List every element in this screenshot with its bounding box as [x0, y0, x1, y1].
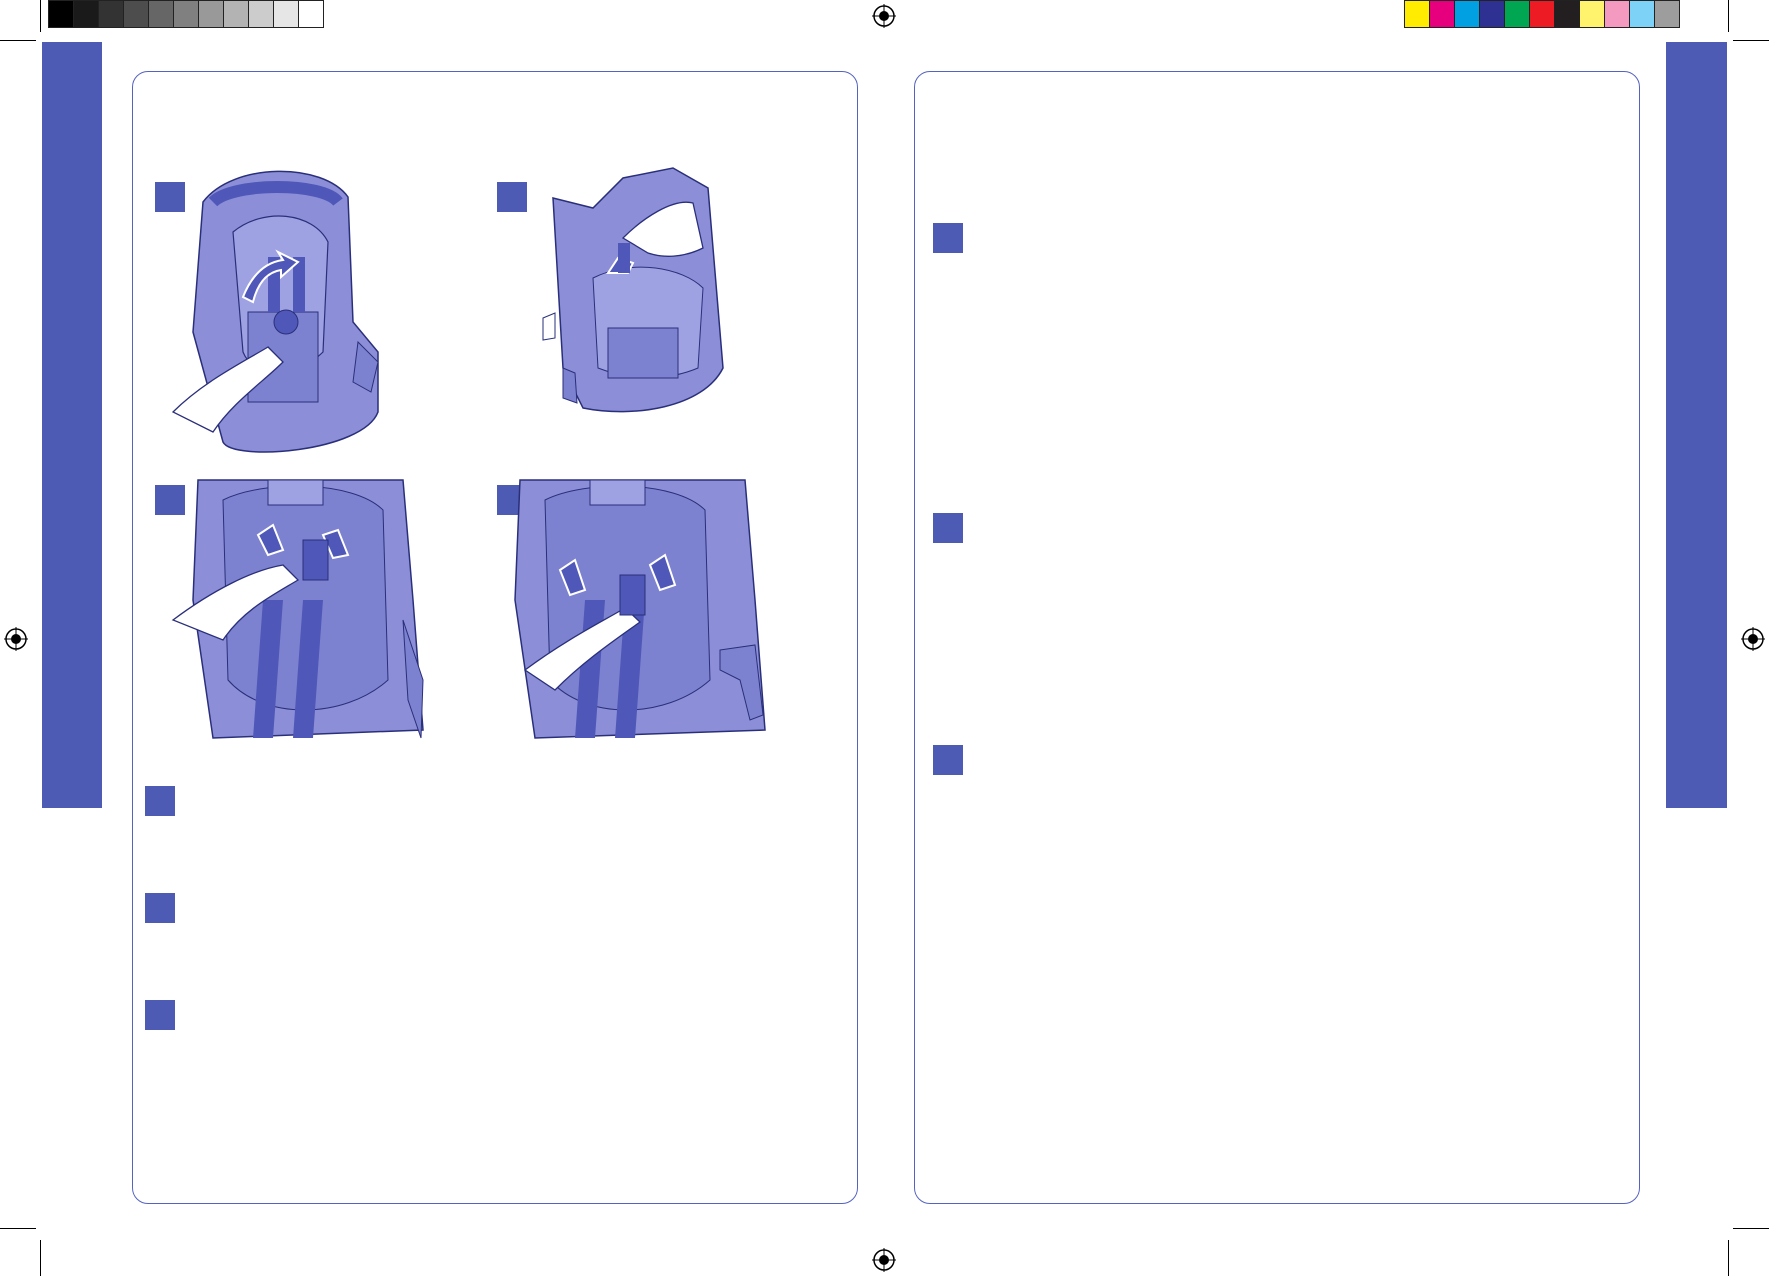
swatch [223, 0, 249, 28]
crop-mark [0, 1228, 36, 1229]
swatch [298, 0, 324, 28]
figure-2-carrier-side-illustration [542, 167, 724, 413]
swatch [73, 0, 99, 28]
right-page-panel [914, 71, 1640, 1204]
figure-2-number-marker [497, 182, 527, 212]
crop-mark [40, 0, 41, 32]
crop-mark [1733, 1228, 1769, 1229]
registration-mark-icon [872, 4, 896, 28]
swatch [48, 0, 74, 28]
swatch [248, 0, 274, 28]
swatch [1604, 0, 1630, 28]
registration-mark-icon [1741, 627, 1765, 651]
step-marker [145, 1000, 175, 1030]
swatch [1554, 0, 1580, 28]
color-bar-right [1404, 0, 1680, 28]
registration-mark-icon [4, 627, 28, 651]
swatch [1454, 0, 1480, 28]
crop-mark [0, 40, 36, 41]
swatch [1529, 0, 1555, 28]
right-side-tab [1666, 42, 1727, 808]
figure-1-carrier-front-illustration [171, 170, 379, 453]
swatch [123, 0, 149, 28]
registration-mark-icon [872, 1248, 896, 1272]
swatch [198, 0, 224, 28]
swatch [1654, 0, 1680, 28]
swatch [273, 0, 299, 28]
step-marker [145, 786, 175, 816]
crop-mark [1728, 0, 1729, 32]
swatch [148, 0, 174, 28]
figure-4-harness-fasten-illustration [514, 479, 766, 739]
left-side-tab [42, 42, 102, 808]
crop-mark [1733, 40, 1769, 41]
step-marker [933, 513, 963, 543]
swatch [1429, 0, 1455, 28]
crop-mark [40, 1240, 41, 1276]
swatch [173, 0, 199, 28]
swatch [1404, 0, 1430, 28]
color-bar-left [48, 0, 324, 28]
swatch [1579, 0, 1605, 28]
step-marker [145, 893, 175, 923]
swatch [1479, 0, 1505, 28]
swatch [1504, 0, 1530, 28]
swatch [98, 0, 124, 28]
left-page-panel [132, 71, 858, 1204]
step-marker [933, 745, 963, 775]
crop-mark [1728, 1240, 1729, 1276]
step-marker [933, 223, 963, 253]
figure-3-harness-release-illustration [171, 479, 424, 739]
swatch [1629, 0, 1655, 28]
